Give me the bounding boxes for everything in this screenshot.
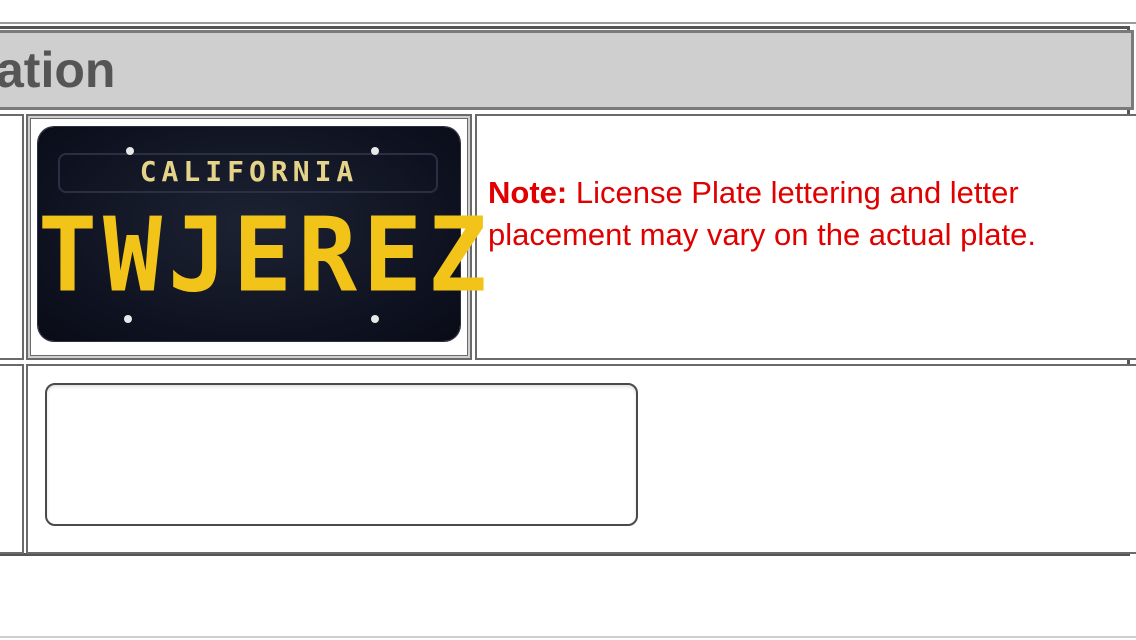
plate-note: Note: License Plate lettering and letter… (488, 172, 1128, 256)
plate-state-name: CALIFORNIA (139, 155, 359, 188)
plate-number: TWJEREZ (38, 196, 494, 316)
top-divider (0, 22, 1136, 24)
note-label: Note: (488, 175, 568, 210)
plate-bolt-bottom-right (371, 315, 379, 323)
plate-bolt-top-left (126, 147, 134, 155)
bottom-divider (0, 636, 1136, 638)
text-input-field[interactable] (45, 383, 638, 526)
plate-bolt-top-right (371, 147, 379, 155)
plate-bolt-bottom-left (124, 315, 132, 323)
row1-left-cell (0, 114, 24, 360)
license-plate-preview: CALIFORNIA TWJEREZ (38, 127, 494, 341)
section-header (0, 30, 1134, 110)
row2-left-cell (0, 364, 24, 554)
note-text: License Plate lettering and letter place… (488, 175, 1036, 252)
page: ation CALIFORNIA TWJEREZ Note: License P… (0, 0, 1136, 640)
section-title: ation (0, 42, 116, 98)
